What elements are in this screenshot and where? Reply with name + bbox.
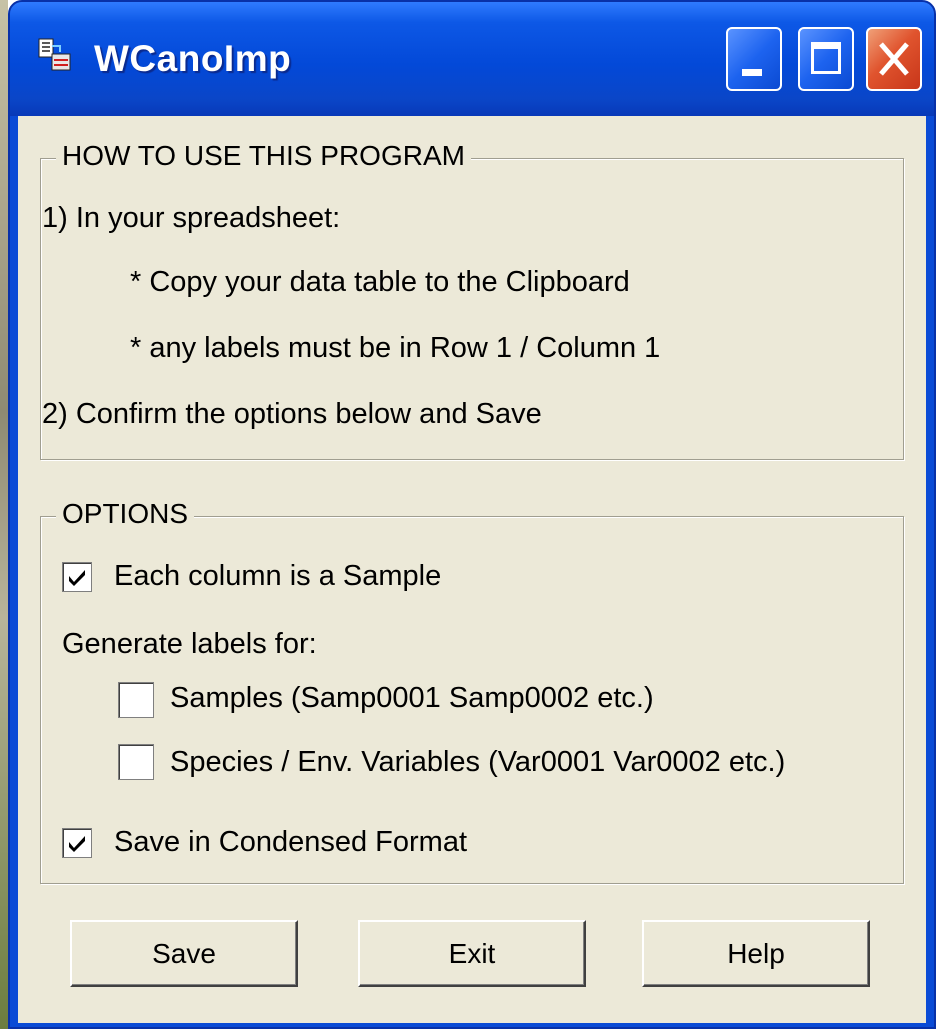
exit-button[interactable]: Exit: [358, 920, 586, 987]
options-legend: OPTIONS: [56, 498, 195, 530]
howto-bullet-labels: * any labels must be in Row 1 / Column 1: [130, 332, 661, 364]
howto-bullet-copy: * Copy your data table to the Clipboard: [130, 266, 630, 298]
help-button[interactable]: Help: [642, 920, 870, 987]
samples-checkbox[interactable]: [118, 682, 154, 718]
close-icon: [877, 40, 911, 83]
title-bar[interactable]: WCanoImp: [10, 2, 934, 116]
close-button[interactable]: [866, 27, 922, 91]
save-button[interactable]: Save: [70, 920, 298, 987]
species-checkbox[interactable]: [118, 744, 154, 780]
dialog-client-area: HOW TO USE THIS PROGRAM 1) In your sprea…: [18, 116, 926, 1023]
dialog-window: WCanoImp HOW TO USE THIS PROGRAM 1) In y…: [8, 0, 936, 1029]
howto-step2: 2) Confirm the options below and Save: [42, 398, 542, 430]
maximize-icon: [811, 42, 841, 74]
howto-legend: HOW TO USE THIS PROGRAM: [56, 140, 471, 172]
checkmark-icon: [69, 570, 85, 586]
each-column-checkbox[interactable]: [62, 562, 92, 592]
window-title: WCanoImp: [94, 38, 292, 79]
species-label[interactable]: Species / Env. Variables (Var0001 Var000…: [170, 746, 785, 779]
minimize-button[interactable]: [726, 27, 782, 91]
minimize-icon: [742, 69, 762, 76]
samples-label[interactable]: Samples (Samp0001 Samp0002 etc.): [170, 682, 654, 715]
desktop-background-strip: [0, 0, 8, 1029]
app-icon[interactable]: [38, 38, 74, 72]
condensed-checkbox[interactable]: [62, 828, 92, 858]
condensed-label[interactable]: Save in Condensed Format: [114, 826, 467, 859]
checkmark-icon: [69, 836, 85, 852]
howto-step1: 1) In your spreadsheet:: [42, 202, 341, 234]
maximize-button[interactable]: [798, 27, 854, 91]
generate-labels-heading: Generate labels for:: [62, 628, 317, 660]
each-column-label[interactable]: Each column is a Sample: [114, 560, 441, 593]
